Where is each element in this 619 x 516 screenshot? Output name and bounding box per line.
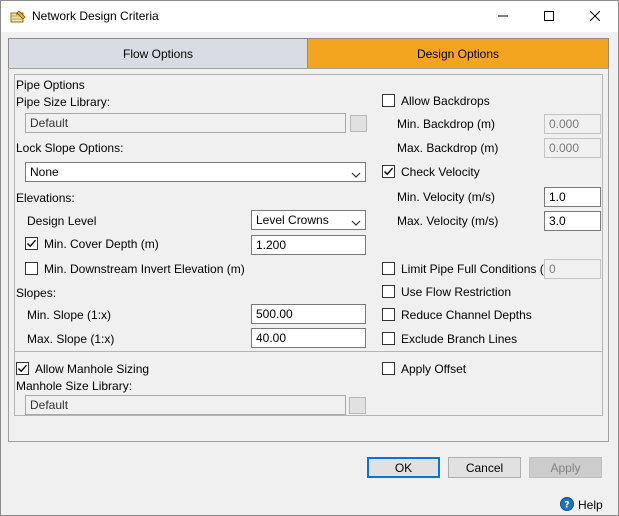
manhole-size-library-field[interactable]: Default [25, 395, 346, 415]
apply-offset-label: Apply Offset [401, 362, 467, 376]
tab-design-options[interactable]: Design Options [307, 38, 609, 69]
lock-slope-value: None [30, 165, 59, 179]
slopes-label: Slopes: [16, 286, 57, 300]
min-slope-input[interactable]: 500.00 [251, 304, 366, 324]
reduce-channel-depths-checkbox[interactable] [382, 308, 395, 321]
minimize-button[interactable] [480, 1, 526, 32]
min-slope-label: Min. Slope (1:x) [27, 308, 112, 322]
checkmark-icon [27, 239, 37, 248]
design-level-select[interactable]: Level Crowns [251, 210, 366, 230]
apply-offset-checkbox[interactable] [382, 362, 395, 375]
max-slope-label: Max. Slope (1:x) [27, 332, 115, 346]
apply-button[interactable]: Apply [529, 457, 602, 478]
exclude-branch-lines-label: Exclude Branch Lines [401, 332, 518, 346]
checkmark-icon [18, 364, 28, 373]
pipe-size-library-field[interactable]: Default [25, 113, 346, 133]
manhole-size-library-browse-button[interactable] [349, 397, 366, 414]
maximize-icon [544, 10, 554, 24]
check-velocity-label: Check Velocity [401, 165, 480, 179]
title-bar: Network Design Criteria [1, 1, 618, 32]
allow-backdrops-label: Allow Backdrops [401, 94, 490, 108]
help-circle-icon[interactable]: ? [560, 497, 574, 511]
pipe-size-library-label: Pipe Size Library: [16, 95, 111, 109]
max-backdrop-input[interactable]: 0.000 [544, 138, 601, 158]
reduce-channel-depths-label: Reduce Channel Depths [401, 308, 532, 322]
design-options-panel: Pipe Options Pipe Size Library: Default … [8, 68, 609, 442]
min-backdrop-label: Min. Backdrop (m) [397, 117, 496, 131]
checkmark-icon [384, 167, 394, 176]
section-divider [14, 351, 603, 352]
max-velocity-input[interactable]: 3.0 [544, 211, 601, 231]
elevations-label: Elevations: [16, 191, 75, 205]
limit-pipe-full-label: Limit Pipe Full Conditions (%) [401, 262, 559, 276]
network-pencil-icon [10, 9, 26, 25]
cancel-button[interactable]: Cancel [448, 457, 521, 478]
use-flow-restriction-label: Use Flow Restriction [401, 285, 512, 299]
check-velocity-checkbox[interactable] [382, 165, 395, 178]
chevron-down-icon [351, 168, 361, 178]
minimize-icon [498, 10, 508, 24]
tab-bar: Flow Options Design Options [8, 38, 609, 69]
close-icon [589, 10, 601, 24]
maximize-button[interactable] [526, 1, 572, 32]
allow-manhole-sizing-label: Allow Manhole Sizing [35, 362, 150, 376]
dialog-window: Network Design Criteria Flow Options Des… [0, 0, 619, 516]
svg-text:?: ? [564, 501, 569, 511]
tab-flow-options[interactable]: Flow Options [8, 38, 308, 69]
pipe-size-library-browse-button[interactable] [350, 115, 367, 132]
max-slope-input[interactable]: 40.00 [251, 328, 366, 348]
chevron-down-icon [351, 216, 361, 226]
min-downstream-invert-checkbox[interactable] [25, 262, 38, 275]
manhole-size-library-label: Manhole Size Library: [16, 379, 133, 393]
min-velocity-label: Min. Velocity (m/s) [397, 190, 496, 204]
limit-pipe-full-checkbox[interactable] [382, 262, 395, 275]
max-backdrop-label: Max. Backdrop (m) [397, 141, 499, 155]
close-button[interactable] [572, 1, 618, 32]
min-backdrop-input[interactable]: 0.000 [544, 114, 601, 134]
window-title: Network Design Criteria [32, 9, 159, 23]
limit-pipe-full-input[interactable]: 0 [544, 259, 601, 279]
allow-manhole-sizing-checkbox[interactable] [16, 362, 29, 375]
min-cover-depth-checkbox[interactable] [25, 237, 38, 250]
exclude-branch-lines-checkbox[interactable] [382, 332, 395, 345]
min-cover-depth-input[interactable]: 1.200 [251, 235, 366, 255]
use-flow-restriction-checkbox[interactable] [382, 285, 395, 298]
help-link[interactable]: Help [578, 498, 603, 512]
min-velocity-input[interactable]: 1.0 [544, 187, 601, 207]
allow-backdrops-checkbox[interactable] [382, 94, 395, 107]
max-velocity-label: Max. Velocity (m/s) [397, 214, 499, 228]
lock-slope-select[interactable]: None [25, 162, 366, 182]
design-level-value: Level Crowns [256, 213, 329, 227]
pipe-options-header: Pipe Options [16, 78, 85, 92]
lock-slope-label: Lock Slope Options: [16, 141, 124, 155]
ok-button[interactable]: OK [367, 457, 440, 478]
design-level-label: Design Level [27, 214, 97, 228]
min-cover-depth-label: Min. Cover Depth (m) [44, 237, 159, 251]
min-downstream-invert-label: Min. Downstream Invert Elevation (m) [44, 262, 245, 276]
